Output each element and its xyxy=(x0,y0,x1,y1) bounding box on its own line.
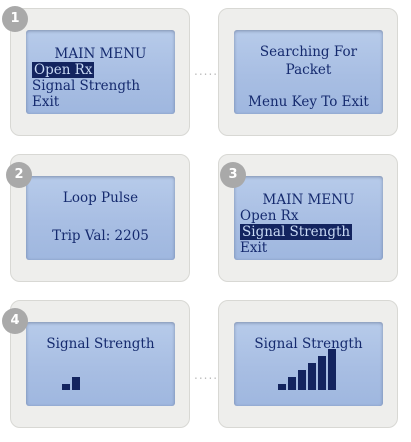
menu-key-exit-text: Menu Key To Exit xyxy=(248,94,369,110)
signal-bar xyxy=(298,370,306,390)
menu-item-open-rx[interactable]: Open Rx xyxy=(240,208,298,224)
signal-bar xyxy=(308,363,316,390)
signal-meter xyxy=(234,322,383,406)
signal-bar xyxy=(288,377,296,390)
step-badge-1: 1 xyxy=(2,6,28,32)
signal-bar xyxy=(318,356,326,390)
menu-item-signal-strength[interactable]: Signal Strength xyxy=(32,78,140,94)
signal-meter xyxy=(26,322,175,406)
device-2: Loop Pulse Trip Val: 2205 xyxy=(10,154,190,282)
packet-text: Packet xyxy=(285,62,332,78)
signal-bar xyxy=(328,349,336,390)
device-1-right: Searching For Packet Menu Key To Exit xyxy=(218,8,398,136)
menu-title: MAIN MENU xyxy=(54,46,147,62)
loop-pulse-text: Loop Pulse xyxy=(62,190,139,206)
signal-bar xyxy=(62,384,70,390)
lcd-screen: Loop Pulse Trip Val: 2205 xyxy=(26,176,175,260)
lcd-screen: MAIN MENU Open Rx Signal Strength Exit xyxy=(26,30,175,114)
step-badge-2: 2 xyxy=(6,162,32,188)
menu-item-exit[interactable]: Exit xyxy=(32,94,59,110)
device-4-right: Signal Strength xyxy=(218,300,398,428)
menu-title: MAIN MENU xyxy=(262,192,355,208)
menu-item-signal-strength[interactable]: Signal Strength xyxy=(240,224,353,240)
step-badge-4: 4 xyxy=(2,308,28,334)
lcd-screen: Searching For Packet Menu Key To Exit xyxy=(234,30,383,114)
trip-value-text: Trip Val: 2205 xyxy=(52,228,149,244)
lcd-screen: MAIN MENU Open Rx Signal Strength Exit xyxy=(234,176,383,260)
signal-bar xyxy=(72,377,80,390)
menu-item-open-rx[interactable]: Open Rx xyxy=(32,62,95,78)
device-4-left: Signal Strength xyxy=(10,300,190,428)
lcd-screen: Signal Strength xyxy=(26,322,175,406)
searching-text: Searching For xyxy=(259,44,358,60)
menu-item-exit[interactable]: Exit xyxy=(240,240,267,256)
device-1-left: MAIN MENU Open Rx Signal Strength Exit xyxy=(10,8,190,136)
lcd-screen: Signal Strength xyxy=(234,322,383,406)
signal-bar xyxy=(278,384,286,390)
step-badge-3: 3 xyxy=(220,162,246,188)
